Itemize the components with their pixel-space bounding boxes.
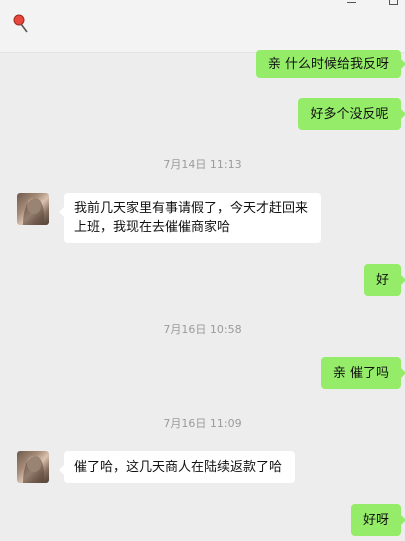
contact-avatar[interactable] <box>17 451 49 483</box>
maximize-icon[interactable] <box>389 0 398 5</box>
message-text: 亲 催了吗 <box>332 365 390 381</box>
pushpin-icon[interactable] <box>12 14 30 36</box>
chat-header <box>0 0 405 53</box>
message-text: 上班，我现在去催催商家哈 <box>74 220 231 235</box>
message-text: 好 <box>375 272 389 288</box>
message-bubble-outgoing[interactable]: 好多个没反呢 <box>298 98 405 130</box>
message-text: 好呀 <box>362 512 389 528</box>
message-bubble-outgoing[interactable]: 亲 催了吗 <box>321 357 405 389</box>
message-bubble-incoming[interactable]: 催了哈，这几天商人在陆续返款了哈 <box>59 451 295 483</box>
message-bubble-outgoing[interactable]: 好呀 <box>351 504 405 536</box>
message-text: 好多个没反呢 <box>310 106 389 122</box>
message-text: 亲 什么时候给我反呀 <box>267 56 390 72</box>
minimize-icon[interactable] <box>347 0 356 4</box>
message-list: 亲 什么时候给我反呀 好多个没反呢 7月14日 11:13 我前几天家里有事请假… <box>0 50 405 541</box>
contact-avatar[interactable] <box>17 193 49 225</box>
timestamp: 7月14日 11:13 <box>163 158 242 171</box>
timestamp: 7月16日 10:58 <box>163 323 242 336</box>
message-bubble-incoming[interactable]: 我前几天家里有事请假了，今天才赶回来 上班，我现在去催催商家哈 <box>59 193 321 243</box>
message-bubble-outgoing[interactable]: 亲 什么时候给我反呀 <box>256 50 405 78</box>
message-bubble-outgoing[interactable]: 好 <box>364 264 405 296</box>
message-text: 催了哈，这几天商人在陆续返款了哈 <box>74 459 283 475</box>
timestamp: 7月16日 11:09 <box>163 417 242 430</box>
message-text: 我前几天家里有事请假了，今天才赶回来 <box>74 201 309 216</box>
